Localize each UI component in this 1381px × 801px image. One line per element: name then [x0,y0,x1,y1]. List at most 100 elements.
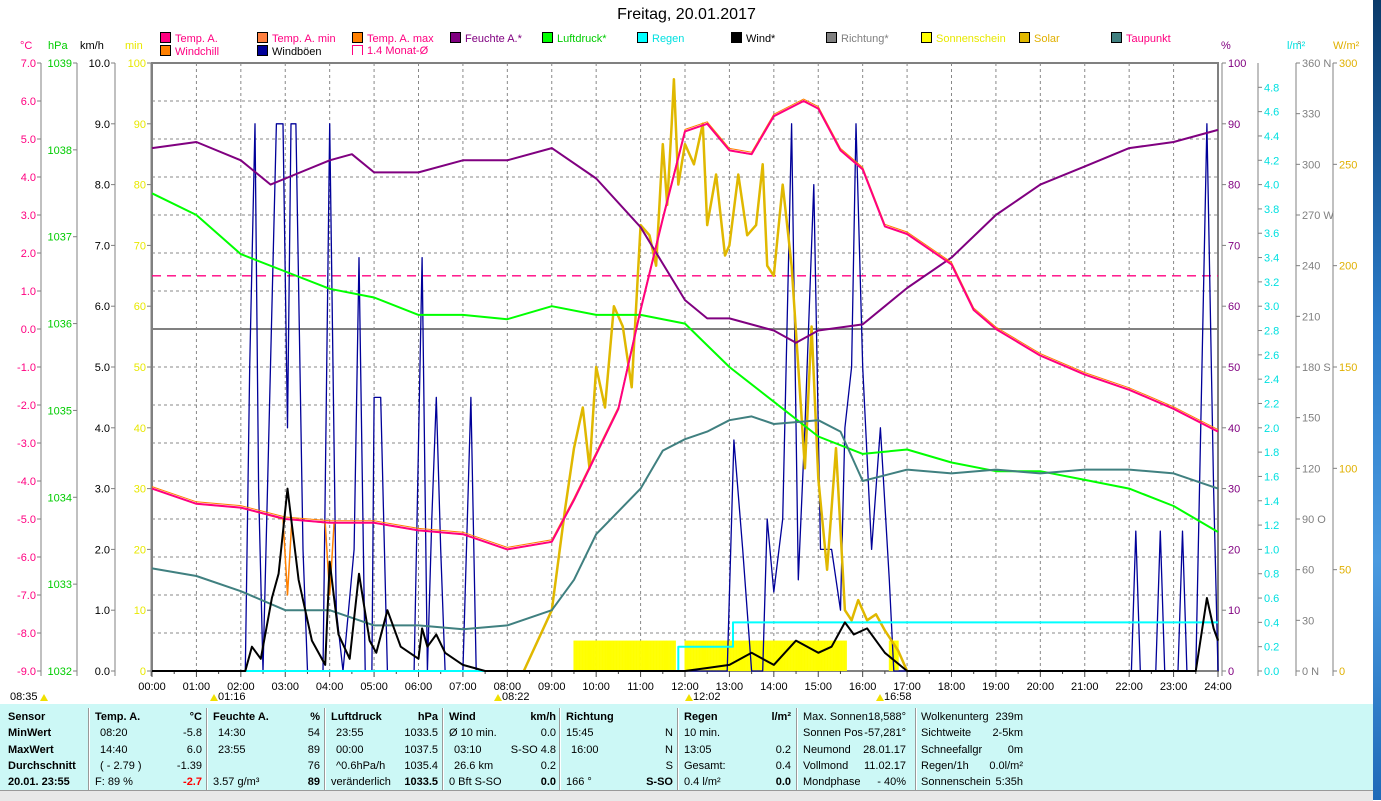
rain-tick-label: 3.6 [1264,228,1279,240]
cell-value: 89 [307,776,320,788]
temp-tick-label: -7.0 [17,590,36,602]
legend-label: Richtung* [841,33,889,45]
legend-label: Wind* [746,33,776,45]
column-divider [796,708,798,792]
sunshine-tick-label: 0 [140,666,146,678]
temp-tick-label: 3.0 [21,210,36,222]
legend-label: Feuchte A.* [465,33,522,45]
x-tick-label: 00:00 [138,681,166,693]
temp-tick-label: 0.0 [21,324,36,336]
x-tick-label: 11:00 [627,681,654,693]
legend-item: Feuchte A.* [450,32,522,45]
x-tick-label: 03:00 [271,681,299,693]
temp-tick-label: -3.0 [17,438,36,450]
column-divider [559,708,561,792]
sunshine-tick-label: 50 [134,362,146,374]
legend-item: Richtung* [826,32,889,45]
cell-value: -5.8 [183,727,202,739]
sunshine-tick-label: 30 [134,484,146,496]
pressure-tick-label: 1034 [48,492,72,504]
legend-swatch-icon [542,32,553,43]
cell-value: 0.0 [540,776,556,788]
legend-swatch-icon [352,32,363,43]
pressure-tick-label: 1037 [48,232,72,244]
time-marker: 08:22 [492,691,530,703]
cell-value: 0.2 [775,744,791,756]
sun-marker-icon [39,694,48,701]
legend-swatch-icon [160,32,171,43]
cell-value: 1035.4 [404,760,438,772]
rain-tick-label: 3.2 [1264,277,1279,289]
x-tick-label: 09:00 [538,681,566,693]
wind-tick-label: 4.0 [95,423,110,435]
info-value: 0.0l/m² [989,760,1023,772]
direction-tick-label: 120 [1302,463,1320,475]
humidity-tick-label: 10 [1228,605,1240,617]
humidity-tick-label: 20 [1228,544,1240,556]
x-tick-label: 24:00 [1204,681,1232,693]
cell-value: S-SO [646,776,673,788]
sunshine-tick-label: 70 [134,240,146,252]
solar-tick-label: 100 [1339,463,1357,475]
wind-tick-label: 10.0 [89,58,110,70]
direction-tick-label: 0 N [1302,666,1319,678]
cell-value: 1033.5 [404,727,438,739]
column-unit: km/h [530,711,556,723]
legend-label: Regen [652,33,685,45]
column-header: Richtung [566,711,614,723]
direction-tick-label: 360 N [1302,58,1331,70]
legend-item: Regen [637,32,684,45]
rain-tick-label: 4.8 [1264,82,1279,94]
wind-tick-label: 5.0 [95,362,110,374]
legend-item: Luftdruck* [542,32,607,45]
temp-tick-label: 7.0 [21,58,36,70]
rain-tick-label: 0.2 [1264,642,1279,654]
rain-tick-label: 4.4 [1264,131,1279,143]
cell-value: 1037.5 [404,744,438,756]
x-tick-label: 10:00 [582,681,610,693]
column-divider [677,708,679,792]
legend-item: Temp. A. max [352,32,434,45]
direction-tick-label: 60 [1302,565,1314,577]
unit-label-wind: km/h [80,40,104,52]
legend-label: Sonnenschein [936,33,1006,45]
solar-tick-label: 50 [1339,565,1351,577]
x-tick-label: 19:00 [982,681,1010,693]
solar-tick-label: 200 [1339,261,1357,273]
sun-marker-icon [876,694,884,701]
temp-tick-label: -6.0 [17,552,36,564]
pressure-tick-label: 1036 [48,319,72,331]
legend-swatch-icon [257,45,268,56]
direction-tick-label: 90 O [1302,514,1326,526]
temp-tick-label: -2.0 [17,400,36,412]
column-unit: hPa [417,711,438,723]
legend-item: Solar [1019,32,1060,45]
wind-tick-label: 9.0 [95,119,110,131]
x-tick-label: 20:00 [1027,681,1055,693]
direction-tick-label: 30 [1302,615,1314,627]
cell-value: 6.0 [186,744,202,756]
cell-value: 0.4 [775,760,791,772]
legend-swatch-icon [257,32,268,43]
astro-value: 11.02.17 [863,760,906,772]
direction-tick-label: 240 [1302,261,1320,273]
temp-tick-label: -1.0 [17,362,36,374]
info-value: 0m [1007,744,1023,756]
x-tick-label: 22:00 [1115,681,1143,693]
cell-value: -2.7 [183,776,202,788]
time-marker-label: 08:35 [10,691,38,703]
rain-tick-label: 2.8 [1264,326,1279,338]
cell-value: 1033.5 [404,776,438,788]
solar-tick-label: 250 [1339,159,1357,171]
rain-tick-label: 0.8 [1264,569,1279,581]
temp-tick-label: 6.0 [21,96,36,108]
direction-tick-label: 300 [1302,159,1320,171]
rain-tick-label: 1.6 [1264,471,1279,483]
legend-label: Taupunkt [1126,33,1171,45]
legend-item: 1.4 Monat-Ø [352,45,428,58]
unit-label-sunshine: min [125,40,143,52]
legend-item: Sonnenschein [921,32,1006,45]
x-tick-label: 18:00 [938,681,966,693]
rain-tick-label: 3.0 [1264,301,1279,313]
unit-label-temp: °C [20,40,33,52]
